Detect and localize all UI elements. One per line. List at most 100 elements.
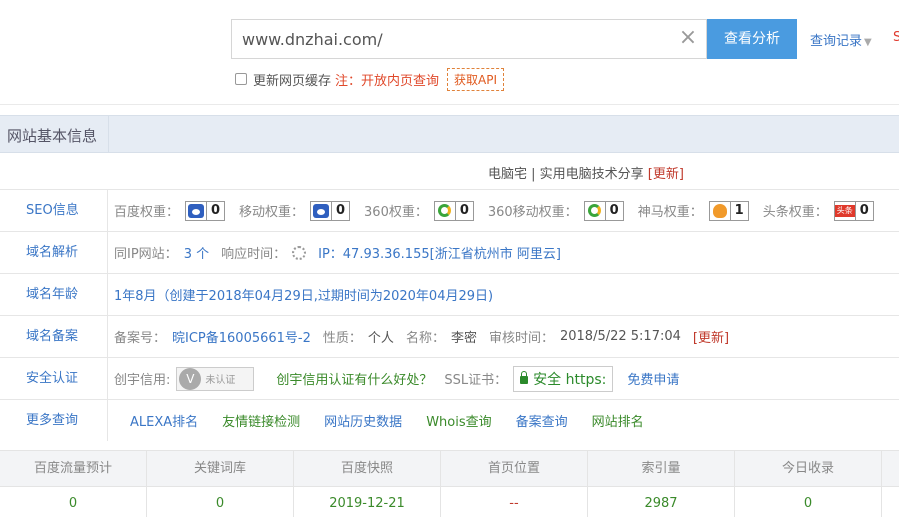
age-row: 域名年龄 1年8月（创建于2018年04月29日,过期时间为2020年04月29…: [0, 273, 899, 315]
shenma-weight-badge[interactable]: 1: [708, 200, 749, 221]
360-ring-icon: [438, 204, 452, 217]
info-table: SEO信息 百度权重： 0 移动权重： 0 360权重： 0 360移动权重： …: [0, 189, 899, 441]
clear-icon[interactable]: ×: [678, 27, 698, 49]
security-content: 创宇信用: V 未认证 创宇信用认证有什么好处？ SSL证书： 安全 https…: [114, 358, 691, 399]
toutiao-weight-value: 0: [854, 201, 873, 220]
section-title: 网站基本信息: [7, 127, 98, 145]
ssl-badge[interactable]: 安全 https:: [513, 365, 614, 392]
alexa-link[interactable]: ALEXA排名: [130, 411, 198, 430]
lock-icon: [520, 370, 529, 384]
search-input[interactable]: [242, 20, 672, 58]
360-weight-label: 360权重：: [364, 205, 428, 220]
security-row: 安全认证 创宇信用: V 未认证 创宇信用认证有什么好处？ SSL证书： 安全 …: [0, 357, 899, 399]
dns-row: 域名解析 同IP网站： 3 个 响应时间： IP：47.93.36.155[浙江…: [0, 231, 899, 273]
site-title: 电脑宅 | 实用电脑技术分享 [更新]: [488, 163, 684, 182]
stats-header-cell: 索引量: [588, 451, 735, 486]
toutiao-weight-badge[interactable]: 头条 0: [833, 200, 874, 221]
icp-time-value: 2018/5/22 5:17:04: [559, 329, 681, 344]
same-ip-label: 同IP网站：: [114, 247, 178, 262]
baidu-paw-icon: [313, 203, 330, 218]
stats-header-cell: 百度流量预计: [0, 451, 147, 486]
stats-value-cell[interactable]: 0: [147, 487, 294, 517]
refresh-cache-label: 更新网页缓存: [253, 73, 332, 89]
search-options: 更新网页缓存 注：开放内页查询 获取API: [235, 67, 505, 91]
get-api-button[interactable]: 获取API: [447, 67, 505, 91]
same-ip-link[interactable]: 3 个: [184, 243, 209, 262]
mobile-weight-value: 0: [331, 201, 349, 220]
toutiao-weight-label: 头条权重：: [762, 205, 828, 220]
credit-benefit-link[interactable]: 创宇信用认证有什么好处？: [276, 369, 432, 388]
stats-header-cell: 今日收录: [735, 451, 882, 486]
360-weight-value: 0: [454, 201, 473, 220]
more-label[interactable]: 更多查询: [0, 400, 108, 441]
history-label: 查询记录: [810, 34, 863, 49]
shenma-weight-value: 1: [729, 201, 748, 220]
stats-value-cell: --: [441, 487, 588, 517]
site-title-update-link[interactable]: [更新]: [648, 167, 684, 182]
icp-type-label: 性质：: [322, 331, 362, 346]
free-apply-link[interactable]: 免费申请: [627, 369, 679, 388]
stats-table: 百度流量预计 关键词库 百度快照 首页位置 索引量 今日收录 0 0 2019-…: [0, 450, 899, 517]
credit-label: 创宇信用:: [114, 373, 171, 388]
icp-query-link[interactable]: 备案查询: [516, 411, 568, 430]
stats-header-cell: 关键词库: [147, 451, 294, 486]
whois-link[interactable]: Whois查询: [426, 411, 491, 430]
baidu-weight-label: 百度权重：: [114, 205, 180, 220]
360-mobile-weight-label: 360移动权重：: [487, 205, 578, 220]
divider: [108, 116, 109, 153]
stats-value-cell[interactable]: 2987: [588, 487, 735, 517]
security-label[interactable]: 安全认证: [0, 358, 108, 399]
baidu-weight-badge[interactable]: 0: [185, 200, 226, 221]
age-content: 1年8月（创建于2018年04月29日,过期时间为2020年04月29日): [114, 274, 505, 315]
stats-header-cell: 首页位置: [441, 451, 588, 486]
360-mobile-weight-value: 0: [604, 201, 623, 220]
icp-number-label: 备案号：: [114, 331, 167, 346]
stats-header-cell: 百度快照: [294, 451, 441, 486]
icp-name-label: 名称：: [405, 331, 445, 346]
ssl-label: SSL证书：: [444, 373, 508, 388]
inner-page-note: 注：开放内页查询: [335, 73, 440, 89]
history-data-link[interactable]: 网站历史数据: [324, 411, 402, 430]
section-header: 网站基本信息: [0, 115, 899, 153]
icp-row: 域名备案 备案号： 晥ICP备16005661号-2 性质： 个人 名称： 李密…: [0, 315, 899, 357]
search-box: ×: [231, 19, 707, 59]
icp-type-value: 个人: [367, 331, 394, 346]
360-weight-badge[interactable]: 0: [433, 200, 474, 221]
friend-link-check-link[interactable]: 友情链接检测: [222, 411, 300, 430]
icp-time-label: 审核时间：: [488, 331, 554, 346]
loading-spinner-icon: [292, 245, 307, 260]
stats-value-cell[interactable]: 0: [0, 487, 147, 517]
uncertified-badge[interactable]: V 未认证: [176, 366, 255, 391]
icp-content: 备案号： 晥ICP备16005661号-2 性质： 个人 名称： 李密 审核时间…: [114, 316, 741, 357]
seo-row: SEO信息 百度权重： 0 移动权重： 0 360权重： 0 360移动权重： …: [0, 189, 899, 231]
site-title-text: 电脑宅 | 实用电脑技术分享: [488, 167, 644, 182]
age-label[interactable]: 域名年龄: [0, 274, 108, 315]
icp-name-value: 李密: [450, 331, 477, 346]
toutiao-icon: 头条: [834, 204, 855, 217]
refresh-cache-checkbox[interactable]: [235, 73, 247, 85]
edge-text: S: [893, 30, 899, 45]
domain-age-value[interactable]: 1年8月（创建于2018年04月29日,过期时间为2020年04月29日): [114, 285, 493, 304]
seo-content: 百度权重： 0 移动权重： 0 360权重： 0 360移动权重： 0 神马权重…: [114, 190, 888, 231]
stats-value-cell[interactable]: 2019-12-21: [294, 487, 441, 517]
baidu-weight-value: 0: [206, 201, 224, 220]
mobile-weight-badge[interactable]: 0: [310, 200, 351, 221]
icp-number-link[interactable]: 晥ICP备16005661号-2: [172, 327, 311, 346]
verify-icon: V: [179, 367, 202, 390]
stats-value-cell[interactable]: 0: [735, 487, 882, 517]
site-rank-link[interactable]: 网站排名: [592, 411, 644, 430]
uncertified-text: 未认证: [205, 375, 236, 386]
icp-label[interactable]: 域名备案: [0, 316, 108, 357]
chevron-down-icon: ▼: [864, 37, 872, 48]
dns-label[interactable]: 域名解析: [0, 232, 108, 273]
360-mobile-weight-badge[interactable]: 0: [583, 200, 624, 221]
more-content: ALEXA排名 友情链接检测 网站历史数据 Whois查询 备案查询 网站排名: [130, 400, 668, 441]
analyze-button[interactable]: 查看分析: [707, 19, 797, 59]
icp-update-link[interactable]: [更新]: [693, 327, 729, 346]
stats-row: 0 0 2019-12-21 -- 2987 0: [0, 487, 899, 517]
history-dropdown[interactable]: 查询记录 ▼: [810, 30, 872, 49]
ip-info[interactable]: IP：47.93.36.155[浙江省杭州市 阿里云]: [318, 243, 561, 262]
seo-label[interactable]: SEO信息: [0, 190, 108, 231]
response-time-label: 响应时间：: [221, 247, 287, 262]
stats-header: 百度流量预计 关键词库 百度快照 首页位置 索引量 今日收录: [0, 450, 899, 487]
